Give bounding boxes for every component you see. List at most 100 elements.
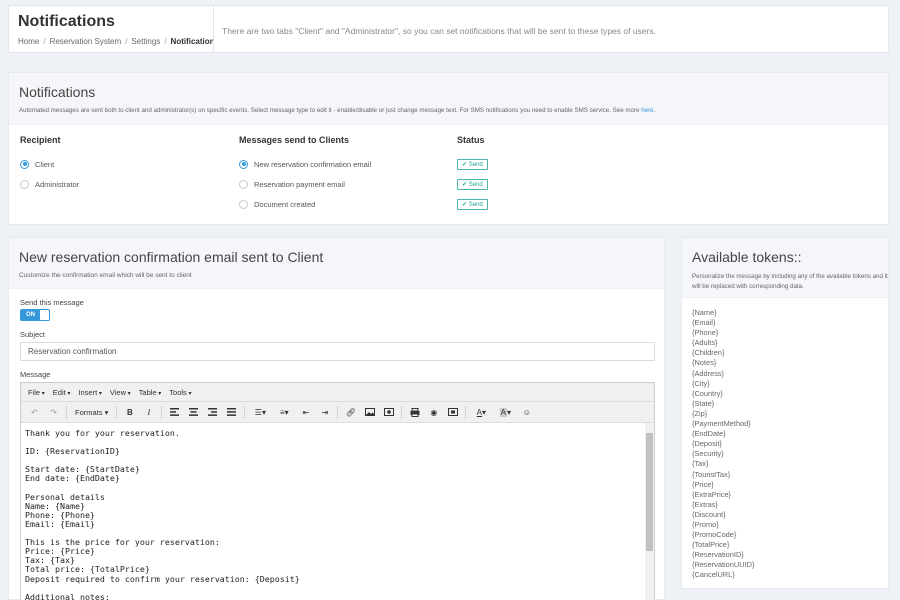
editor-text-line: This is the price for your reservation: — [25, 537, 220, 548]
message-option-payment[interactable]: Reservation payment email — [239, 174, 371, 194]
token-item[interactable]: {Children} — [692, 348, 888, 358]
token-item[interactable]: {State} — [692, 399, 888, 409]
header-info-text: There are two tabs "Client" and "Adminis… — [213, 6, 888, 52]
insert-media-icon[interactable] — [379, 408, 398, 416]
token-item[interactable]: {Country} — [692, 389, 888, 399]
token-item[interactable]: {Security} — [692, 449, 888, 459]
numbered-list-icon[interactable]: ≡▾ — [272, 408, 296, 417]
message-editor-panel: New reservation confirmation email sent … — [8, 237, 665, 600]
text-color-icon[interactable]: A▾ — [469, 408, 493, 417]
breadcrumb: Home / Reservation System / Settings / Notific… — [18, 37, 219, 46]
editor-text-line — [25, 484, 654, 493]
editor-toolbar: ↶ ↷ Formats ▾ B I ☰▾ ≡▾ ⇤ ⇥ 🔗︎ ◉ A▾ A▾ ☺ — [21, 402, 654, 423]
message-option-new-reservation[interactable]: New reservation confirmation email — [239, 154, 371, 174]
align-right-icon[interactable] — [203, 408, 222, 416]
token-item[interactable]: {City} — [692, 379, 888, 389]
recipient-option-administrator[interactable]: Administrator — [20, 174, 79, 194]
breadcrumb-settings[interactable]: Settings — [131, 37, 160, 46]
breadcrumb-reservation-system[interactable]: Reservation System — [50, 37, 122, 46]
notifications-description: Automated messages are sent both to clie… — [19, 107, 656, 114]
token-item[interactable]: {Phone} — [692, 328, 888, 338]
recipient-column: Recipient Client Administrator — [20, 135, 79, 194]
status-badge[interactable]: ✔ Send — [457, 198, 488, 210]
breadcrumb-home[interactable]: Home — [18, 37, 39, 46]
token-item[interactable]: {Promo} — [692, 520, 888, 530]
editor-text-line: Additional notes: — [25, 591, 110, 600]
outdent-icon[interactable]: ⇤ — [296, 408, 315, 417]
radio-selected-icon[interactable] — [239, 159, 248, 169]
page-title: Notifications — [18, 13, 115, 30]
token-item[interactable]: {PromoCode} — [692, 530, 888, 540]
token-item[interactable]: {TouristTax} — [692, 470, 888, 480]
editor-text-line: Personal details — [25, 491, 105, 502]
status-title: Status — [457, 135, 485, 145]
token-item[interactable]: {ReservationID} — [692, 550, 888, 560]
align-center-icon[interactable] — [184, 408, 203, 416]
token-item[interactable]: {Email} — [692, 318, 888, 328]
menu-edit[interactable]: Edit — [53, 388, 71, 397]
token-item[interactable]: {Tax} — [692, 459, 888, 469]
status-badge[interactable]: ✔ Send — [457, 158, 488, 170]
bullet-list-icon[interactable]: ☰▾ — [248, 408, 272, 417]
token-item[interactable]: {Name} — [692, 308, 888, 318]
token-item[interactable]: {Extras} — [692, 500, 888, 510]
token-item[interactable]: {Zip} — [692, 409, 888, 419]
notifications-panel-title: Notifications — [19, 84, 96, 100]
background-color-icon[interactable]: A▾ — [493, 407, 517, 417]
link-icon[interactable]: 🔗︎ — [341, 408, 360, 417]
recipient-option-client[interactable]: Client — [20, 154, 79, 174]
status-badge[interactable]: ✔ Send — [457, 178, 488, 190]
token-item[interactable]: {Notes} — [692, 358, 888, 368]
emoticons-icon[interactable]: ☺ — [517, 408, 536, 417]
radio-icon[interactable] — [20, 179, 29, 189]
code-icon[interactable] — [443, 408, 462, 416]
token-item[interactable]: {EndDate} — [692, 429, 888, 439]
italic-icon[interactable]: I — [139, 408, 158, 417]
menu-insert[interactable]: Insert — [78, 388, 101, 397]
bold-icon[interactable]: B — [120, 408, 139, 417]
token-item[interactable]: {CancelURL} — [692, 570, 888, 580]
token-item[interactable]: {Adults} — [692, 338, 888, 348]
see-more-link[interactable]: here — [641, 107, 653, 114]
token-item[interactable]: {ExtraPrice} — [692, 490, 888, 500]
menu-tools[interactable]: Tools — [169, 388, 191, 397]
editor-text-line: End date: {EndDate} — [25, 473, 120, 484]
scrollbar-thumb[interactable] — [646, 433, 653, 551]
subject-input[interactable] — [20, 342, 655, 361]
token-item[interactable]: {PaymentMethod} — [692, 419, 888, 429]
image-icon[interactable] — [360, 408, 379, 416]
menu-view[interactable]: View — [110, 388, 131, 397]
subject-label: Subject — [20, 330, 46, 339]
editor-panel-header: New reservation confirmation email sent … — [9, 238, 664, 289]
token-item[interactable]: {Address} — [692, 369, 888, 379]
menu-file[interactable]: File — [28, 388, 45, 397]
radio-icon[interactable] — [239, 179, 248, 189]
token-item[interactable]: {Deposit} — [692, 439, 888, 449]
redo-icon[interactable]: ↷ — [44, 408, 63, 417]
message-option-document[interactable]: Document created — [239, 194, 371, 214]
available-tokens-panel: Available tokens:: Personalize the messa… — [681, 237, 889, 589]
editor-text-line — [25, 584, 654, 593]
send-message-toggle[interactable]: ON — [20, 309, 50, 321]
radio-selected-icon[interactable] — [20, 159, 29, 169]
messages-title: Messages send to Clients — [239, 135, 350, 145]
radio-icon[interactable] — [239, 199, 248, 209]
token-item[interactable]: {TotalPrice} — [692, 540, 888, 550]
menu-table[interactable]: Table — [139, 388, 162, 397]
align-left-icon[interactable] — [165, 408, 184, 416]
editor-content[interactable]: Thank you for your reservation. ID: {Rese… — [21, 423, 654, 600]
breadcrumb-current: Notifications — [170, 37, 219, 46]
undo-icon[interactable]: ↶ — [25, 408, 44, 417]
formats-dropdown[interactable]: Formats ▾ — [70, 408, 113, 417]
align-justify-icon[interactable] — [222, 408, 241, 416]
token-item[interactable]: {ReservationUUID} — [692, 560, 888, 570]
token-item[interactable]: {Discount} — [692, 510, 888, 520]
editor-scrollbar[interactable] — [645, 423, 654, 600]
token-item[interactable]: {Price} — [692, 480, 888, 490]
toggle-on-label: ON — [26, 312, 35, 318]
print-icon[interactable] — [405, 407, 424, 417]
preview-icon[interactable]: ◉ — [424, 408, 443, 417]
indent-icon[interactable]: ⇥ — [315, 408, 334, 417]
editor-text-line: Email: {Email} — [25, 518, 95, 529]
editor-text-line: Name: {Name} — [25, 500, 85, 511]
